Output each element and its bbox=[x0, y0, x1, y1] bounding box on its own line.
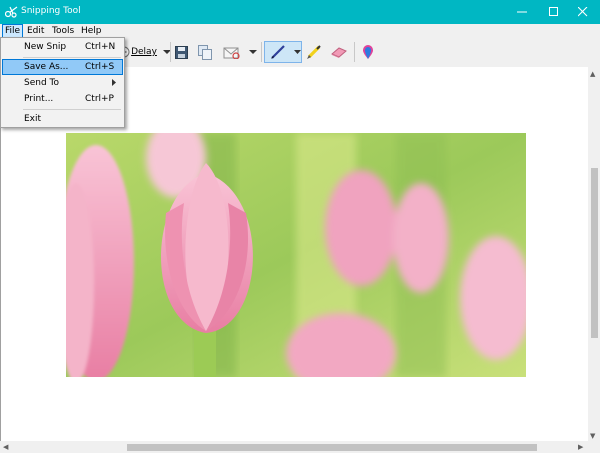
minimize-icon bbox=[517, 11, 527, 13]
pen-tool-group[interactable] bbox=[264, 41, 302, 63]
pen-icon bbox=[271, 45, 285, 59]
vertical-scroll-thumb[interactable] bbox=[591, 168, 598, 338]
close-icon bbox=[578, 7, 588, 17]
delay-dropdown[interactable]: Delay bbox=[131, 42, 171, 62]
highlighter-button[interactable] bbox=[305, 42, 323, 62]
menu-item-label: Send To bbox=[24, 78, 60, 88]
paint-3d-button[interactable] bbox=[360, 42, 376, 62]
menu-item-label: Print... bbox=[24, 94, 54, 104]
chevron-down-icon bbox=[294, 50, 301, 54]
scroll-left-icon[interactable]: ◀ bbox=[3, 443, 8, 451]
menu-item-new-snip[interactable]: New Snip Ctrl+N bbox=[2, 39, 123, 55]
minimize-button[interactable] bbox=[505, 0, 539, 24]
floppy-disk-icon bbox=[174, 45, 188, 59]
scroll-right-icon[interactable]: ▶ bbox=[578, 443, 583, 451]
delay-label: Delay bbox=[131, 47, 157, 57]
menu-help[interactable]: Help bbox=[79, 25, 104, 37]
menu-item-shortcut: Ctrl+S bbox=[85, 62, 115, 72]
menu-edit[interactable]: Edit bbox=[25, 25, 46, 37]
scroll-up-icon[interactable]: ▲ bbox=[590, 70, 595, 78]
maximize-icon bbox=[549, 7, 558, 16]
paint-3d-icon bbox=[363, 44, 373, 59]
chevron-right-icon bbox=[112, 79, 116, 86]
highlighter-icon bbox=[307, 45, 321, 59]
menu-item-save-as[interactable]: Save As... Ctrl+S bbox=[2, 59, 123, 75]
menu-item-label: Save As... bbox=[24, 62, 69, 72]
envelope-icon bbox=[223, 47, 240, 59]
menu-file[interactable]: File bbox=[2, 24, 24, 38]
horizontal-scroll-thumb[interactable] bbox=[127, 444, 537, 451]
menu-tools[interactable]: Tools bbox=[50, 25, 76, 37]
menu-item-print[interactable]: Print... Ctrl+P bbox=[2, 91, 123, 107]
tulips-photo bbox=[66, 133, 526, 377]
scroll-down-icon[interactable]: ▼ bbox=[590, 432, 595, 440]
title-bar[interactable]: Snipping Tool bbox=[0, 0, 600, 24]
eraser-icon bbox=[331, 47, 347, 58]
copy-icon bbox=[198, 44, 212, 60]
menu-item-label: New Snip bbox=[24, 42, 67, 52]
menu-item-exit[interactable]: Exit bbox=[2, 111, 123, 127]
captured-snip-image bbox=[66, 133, 526, 377]
menu-item-label: Exit bbox=[24, 114, 42, 124]
file-menu-dropdown: New Snip Ctrl+N Save As... Ctrl+S Send T… bbox=[0, 37, 125, 128]
send-snip-dropdown[interactable] bbox=[248, 42, 258, 62]
close-button[interactable] bbox=[566, 0, 600, 24]
menu-item-send-to[interactable]: Send To bbox=[2, 75, 123, 91]
send-snip-button[interactable] bbox=[222, 42, 242, 62]
chevron-down-icon bbox=[249, 50, 257, 54]
save-button[interactable] bbox=[173, 42, 189, 62]
eraser-button[interactable] bbox=[329, 42, 349, 62]
copy-button[interactable] bbox=[196, 42, 214, 62]
window-title: Snipping Tool bbox=[21, 6, 81, 16]
scissors-app-icon bbox=[5, 6, 18, 18]
menu-item-shortcut: Ctrl+P bbox=[85, 94, 114, 104]
menu-item-shortcut: Ctrl+N bbox=[85, 42, 116, 52]
